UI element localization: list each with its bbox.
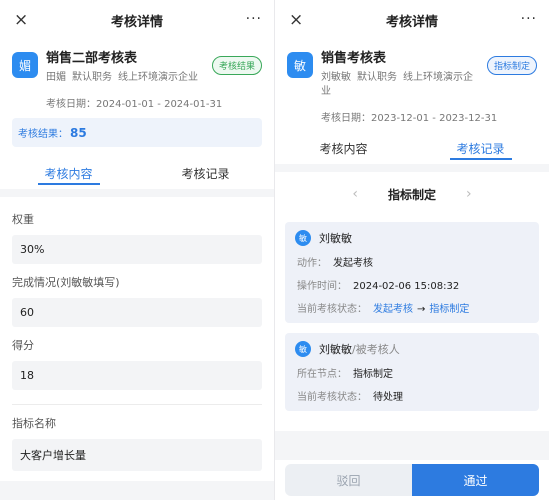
employee-name: 刘敏敏: [321, 72, 351, 83]
avatar: 敏: [287, 52, 313, 78]
field-label-weight: 权重: [12, 213, 34, 226]
assessment-card: 媚 销售二部考核表 田媚 默认职务 线上环境演示企业 考核结果 考核日期：2024-…: [0, 40, 274, 155]
record-action: 动作： 发起考核: [295, 254, 529, 269]
close-icon[interactable]: ×: [289, 10, 303, 30]
action-bar: 驳回 通过: [275, 460, 549, 500]
action-label: 动作：: [297, 258, 327, 269]
record-timeline: 敏 刘敏敏 动作： 发起考核 操作时间： 2024-02-06 15:08:32 当…: [275, 216, 549, 431]
node-label: 所在节点：: [297, 369, 347, 380]
field-label-score: 得分: [12, 339, 34, 352]
status-badge: 指标制定: [486, 56, 537, 75]
tab-content[interactable]: 考核内容: [0, 155, 137, 189]
record-time: 操作时间： 2024-02-06 15:08:32: [295, 277, 529, 292]
assessment-card: 敏 销售考核表 刘敏敏 默认职务 线上环境演示企业 指标制定 考核日期：2023-1…: [275, 40, 549, 130]
reject-button[interactable]: 驳回: [285, 464, 412, 496]
field-value-completion: 60: [12, 298, 262, 327]
page-title: 考核详情: [385, 14, 438, 30]
employee-info: 田媚 默认职务 线上环境演示企业: [46, 71, 212, 85]
record-item: 敏 刘敏敏 动作： 发起考核 操作时间： 2024-02-06 15:08:32 当…: [285, 222, 539, 323]
assessment-date: 考核日期：2024-01-01 - 2024-01-31: [46, 99, 223, 110]
status-badge: 考核结果: [211, 56, 262, 75]
top-bar: × 考核详情 ···: [0, 0, 274, 40]
status-from: 发起考核: [373, 304, 413, 315]
field-value-weight: 30%: [12, 235, 262, 264]
operator-name: 刘敏敏: [319, 232, 352, 245]
top-bar: × 考核详情 ···: [275, 0, 549, 40]
tab-records[interactable]: 考核记录: [412, 130, 549, 164]
action-value: 发起考核: [333, 258, 373, 269]
chevron-right-icon[interactable]: ›: [466, 186, 472, 202]
result-label: 考核结果：: [18, 129, 68, 140]
arrow-right-icon: →: [417, 304, 426, 315]
divider: [12, 404, 262, 405]
more-icon[interactable]: ···: [246, 11, 262, 27]
stage-pager: ‹ 指标制定 ›: [275, 172, 549, 216]
avatar: 媚: [12, 52, 38, 78]
avatar: 敏: [295, 230, 311, 246]
status-value: 待处理: [373, 392, 403, 403]
status-label: 当前考核状态：: [297, 304, 367, 315]
stage-title: 指标制定: [387, 187, 436, 202]
status-to: 指标制定: [429, 304, 470, 315]
chevron-left-icon[interactable]: ‹: [352, 186, 358, 202]
record-node: 所在节点： 指标制定: [295, 365, 529, 380]
assessment-date: 考核日期：2023-12-01 - 2023-12-31: [321, 113, 498, 124]
record-item: 敏 刘敏敏/被考核人 所在节点： 指标制定 当前考核状态： 待处理: [285, 333, 539, 411]
assessment-form: 权重 30% 完成情况(刘敏敏填写) 60 得分 18 指标名称 大客户增长量: [0, 197, 274, 481]
assessment-title: 销售二部考核表: [46, 51, 138, 66]
field-value-indicator: 大客户增长量: [12, 439, 262, 471]
employee-position: 默认职务: [72, 72, 112, 83]
employee-company: 线上环境演示企业: [118, 72, 198, 83]
node-value: 指标制定: [353, 369, 393, 380]
operator-role: /被考核人: [352, 343, 400, 356]
page-title: 考核详情: [110, 14, 163, 30]
close-icon[interactable]: ×: [14, 10, 28, 30]
operator-name: 刘敏敏: [319, 343, 352, 356]
time-label: 操作时间：: [297, 281, 347, 292]
tab-bar: 考核内容 考核记录: [0, 155, 274, 189]
left-panel: × 考核详情 ··· 媚 销售二部考核表 田媚 默认职务 线上环境演示企业 考核结果…: [0, 0, 274, 500]
tab-records[interactable]: 考核记录: [137, 155, 274, 189]
approve-button[interactable]: 通过: [412, 464, 539, 496]
employee-name: 田媚: [46, 72, 66, 83]
tab-bar: 考核内容 考核记录: [275, 130, 549, 164]
time-value: 2024-02-06 15:08:32: [353, 281, 460, 292]
field-label-completion: 完成情况(刘敏敏填写): [12, 276, 120, 289]
status-label: 当前考核状态：: [297, 392, 367, 403]
tab-content[interactable]: 考核内容: [275, 130, 412, 164]
record-status: 当前考核状态： 待处理: [295, 388, 529, 403]
employee-position: 默认职务: [357, 72, 397, 83]
record-status: 当前考核状态： 发起考核 → 指标制定: [295, 300, 529, 315]
result-value: 85: [70, 126, 87, 140]
result-box: 考核结果： 85: [12, 118, 262, 147]
assessment-title: 销售考核表: [321, 51, 387, 66]
field-value-score: 18: [12, 361, 262, 390]
more-icon[interactable]: ···: [521, 11, 537, 27]
employee-info: 刘敏敏 默认职务 线上环境演示企业: [321, 71, 487, 99]
avatar: 敏: [295, 341, 311, 357]
field-label-indicator: 指标名称: [12, 417, 56, 430]
right-panel: × 考核详情 ··· 敏 销售考核表 刘敏敏 默认职务 线上环境演示企业 指标制定 …: [275, 0, 549, 500]
